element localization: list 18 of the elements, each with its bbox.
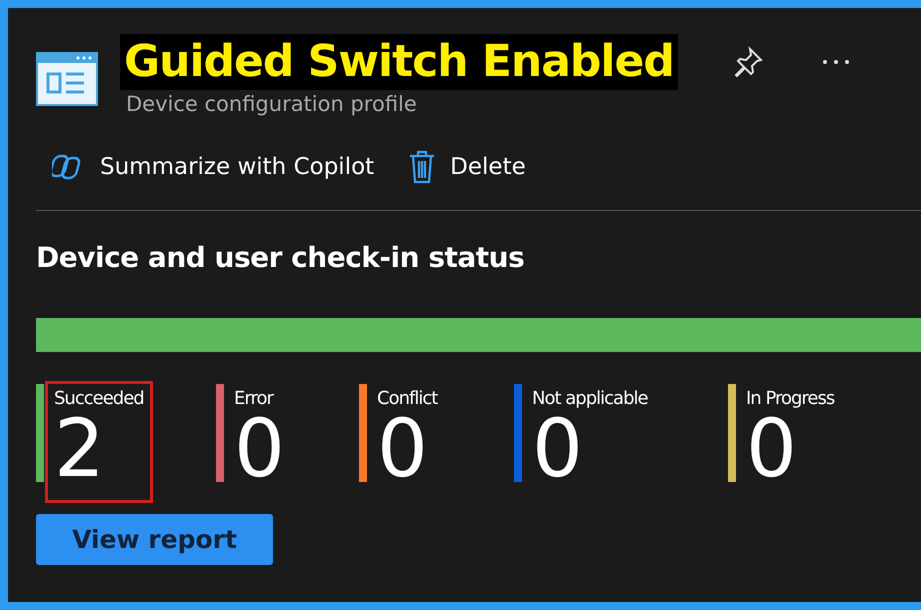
trash-icon <box>408 150 436 184</box>
stat-count: 2 <box>54 409 105 489</box>
page-title: Guided Switch Enabled <box>120 34 678 90</box>
page-subtitle: Device configuration profile <box>126 92 418 116</box>
stat-count: 0 <box>234 409 285 489</box>
stat-count: 0 <box>532 409 583 489</box>
stat-label: Error <box>234 388 274 409</box>
delete-button[interactable]: Delete <box>408 142 526 192</box>
stat-label: In Progress <box>746 388 834 409</box>
copilot-button[interactable]: Summarize with Copilot <box>52 142 374 192</box>
stat-count: 0 <box>377 409 428 489</box>
stat-label: Succeeded <box>54 388 144 409</box>
profile-window-icon <box>36 52 98 106</box>
stat-label: Conflict <box>377 388 438 409</box>
view-report-button[interactable]: View report <box>36 514 273 565</box>
section-title: Device and user check-in status <box>36 241 524 274</box>
stat-count: 0 <box>746 409 797 489</box>
stat-label: Not applicable <box>532 388 648 409</box>
